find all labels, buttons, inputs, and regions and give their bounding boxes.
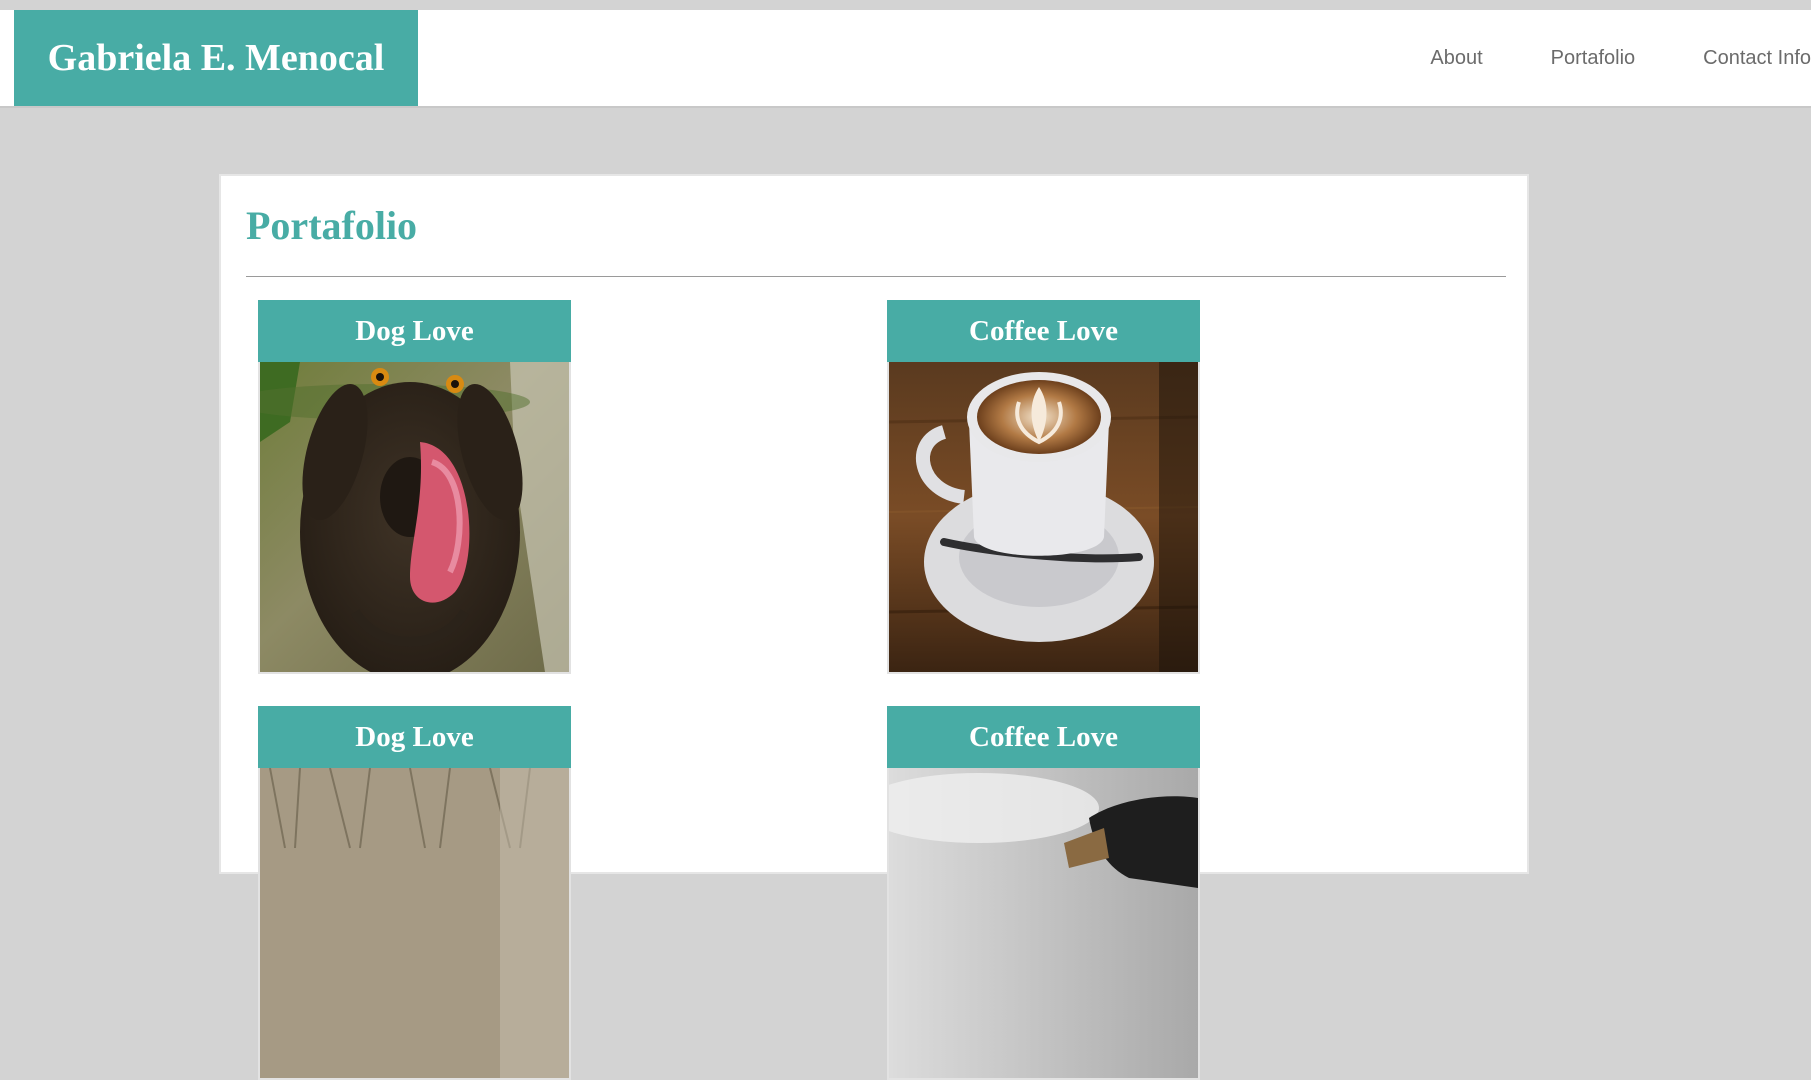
portfolio-tile-dog-love-2[interactable]: Dog Love	[258, 706, 571, 1080]
portfolio-tile-dog-love[interactable]: Dog Love	[258, 300, 571, 674]
page-title: Portafolio	[246, 203, 418, 248]
pour-over-coffee-photo[interactable]	[887, 768, 1200, 1080]
portfolio-tile-coffee-love-2[interactable]: Coffee Love	[887, 706, 1200, 1080]
pour-over-coffee-image	[889, 768, 1198, 1078]
dog-in-grass-photo[interactable]	[258, 768, 571, 1080]
latte-cup-image	[889, 362, 1198, 672]
portfolio-tile-coffee-love[interactable]: Coffee Love	[887, 300, 1200, 674]
nav-link-contact-info[interactable]: Contact Info	[1703, 47, 1811, 70]
tile-title: Coffee Love	[887, 300, 1200, 362]
main-nav: About Portafolio Contact Info	[1430, 10, 1811, 106]
top-strip	[0, 0, 1811, 10]
dog-in-grass-image	[260, 768, 569, 1078]
tile-title: Dog Love	[258, 300, 571, 362]
nav-link-about[interactable]: About	[1430, 47, 1482, 70]
nav-link-portafolio[interactable]: Portafolio	[1551, 47, 1636, 70]
title-divider	[246, 276, 1506, 277]
site-header: Gabriela E. Menocal About Portafolio Con…	[0, 10, 1811, 108]
dog-licking-photo[interactable]	[258, 362, 571, 674]
site-brand[interactable]: Gabriela E. Menocal	[14, 10, 418, 106]
tile-title: Coffee Love	[887, 706, 1200, 768]
tile-title: Dog Love	[258, 706, 571, 768]
dog-licking-image	[260, 362, 569, 672]
latte-cup-photo[interactable]	[887, 362, 1200, 674]
portfolio-card: Portafolio Dog Love Coffee Love Dog Love…	[219, 174, 1529, 1080]
